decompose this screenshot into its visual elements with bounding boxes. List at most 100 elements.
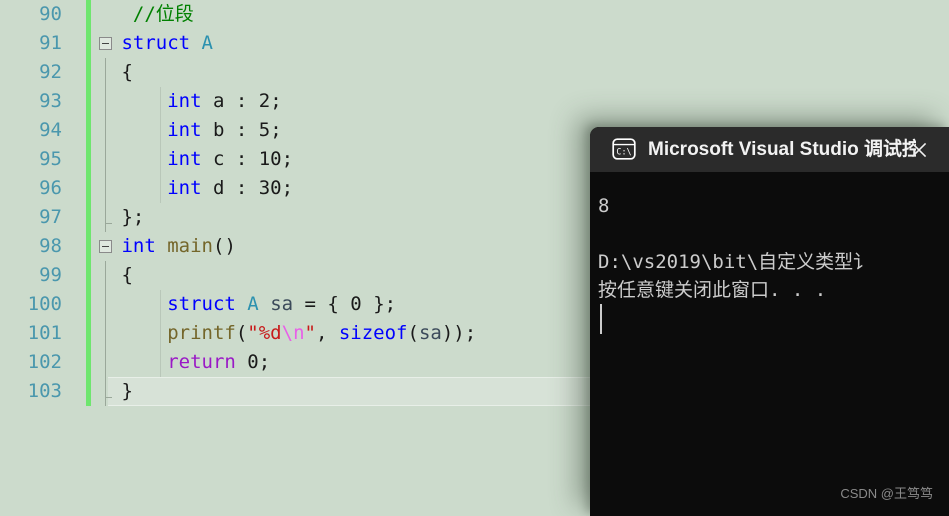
code-token-keyword: int <box>167 177 202 199</box>
code-token-type: A <box>247 293 259 315</box>
code-token-comment: //位段 <box>132 3 194 25</box>
code-token-num: 10 <box>258 148 282 170</box>
change-tracking-bar <box>86 203 91 232</box>
code-line-text: struct A sa = { 0 }; <box>110 290 396 319</box>
command-prompt-icon: C:\ <box>612 138 636 160</box>
code-token-plain: c : <box>201 148 259 170</box>
code-token-num: 2 <box>258 90 271 112</box>
csdn-watermark: CSDN @王笃笃 <box>840 486 933 501</box>
outlining-rail <box>105 116 106 145</box>
code-token-plain: a : <box>201 90 259 112</box>
code-token-plain: )); <box>441 322 477 344</box>
code-token-string: " <box>304 322 316 344</box>
console-text-cursor <box>600 304 602 334</box>
code-token-plain: = { <box>293 293 351 315</box>
line-number: 99 <box>39 264 62 286</box>
change-tracking-bar <box>86 290 91 319</box>
console-output-line: 8 <box>598 195 610 217</box>
code-line-text: return 0; <box>110 348 270 377</box>
code-token-num: 0 <box>350 293 362 315</box>
code-token-plain: d : <box>201 177 259 199</box>
code-line[interactable]: 90 //位段 <box>0 0 949 29</box>
code-token-plain: ; <box>281 148 294 170</box>
code-token-plain: ; <box>281 177 294 199</box>
outlining-rail <box>105 87 106 116</box>
change-tracking-bar <box>86 348 91 377</box>
code-line[interactable]: 91 struct A <box>0 29 949 58</box>
code-line-text: int b : 5; <box>110 116 282 145</box>
line-number: 94 <box>39 119 62 141</box>
change-tracking-bar <box>86 261 91 290</box>
console-window-title: Microsoft Visual Studio 调试控 <box>648 139 916 160</box>
code-line[interactable]: 92 { <box>0 58 949 87</box>
outlining-rail <box>105 58 106 87</box>
code-token-ident: sa <box>418 322 442 344</box>
change-tracking-bar <box>86 145 91 174</box>
console-output-lines: 8 D:\vs2019\bit\自定义类型讠 按任意键关闭此窗口. . . <box>598 192 949 304</box>
code-token-keyword: int <box>167 148 202 170</box>
outlining-rail <box>105 290 106 319</box>
code-token-plain: ; <box>270 119 282 141</box>
change-tracking-bar <box>86 87 91 116</box>
outlining-rail <box>105 261 106 290</box>
line-number: 97 <box>39 206 62 228</box>
code-line[interactable]: 93 int a : 2; <box>0 87 949 116</box>
code-token-plain: ( <box>235 322 248 344</box>
outlining-rail <box>105 174 106 203</box>
outlining-rail <box>105 145 106 174</box>
code-line-text: printf("%d\n", sizeof(sa)); <box>110 319 476 348</box>
line-number: 100 <box>27 293 62 315</box>
code-token-plain: ; <box>270 90 282 112</box>
code-token-plain: } <box>110 380 133 402</box>
code-token-plain: , <box>315 322 339 344</box>
code-token-num: 5 <box>258 119 271 141</box>
code-token-keyword: int <box>167 119 202 141</box>
code-token-func: main <box>167 235 213 257</box>
code-token-keyword: int <box>121 235 156 257</box>
code-token-ident: sa <box>270 293 294 315</box>
line-number: 91 <box>39 32 62 54</box>
code-token-plain: () <box>213 235 236 257</box>
line-number: 103 <box>27 380 62 402</box>
debug-console-window[interactable]: C:\ Microsoft Visual Studio 调试控 8 D:\vs2… <box>590 127 949 516</box>
line-number: 101 <box>27 322 62 344</box>
code-line-text: }; <box>110 203 144 232</box>
svg-text:C:\: C:\ <box>616 147 631 157</box>
code-token-plain: }; <box>361 293 397 315</box>
outlining-rail <box>105 377 112 406</box>
close-icon[interactable] <box>897 127 941 172</box>
code-line-text: } <box>110 377 133 406</box>
change-tracking-bar <box>86 58 91 87</box>
change-tracking-bar <box>86 377 91 406</box>
line-number: 95 <box>39 148 62 170</box>
code-token-plain: b : <box>201 119 259 141</box>
outlining-rail <box>105 203 112 232</box>
code-token-type: A <box>201 32 213 54</box>
code-line-text: int c : 10; <box>110 145 293 174</box>
code-token-num: 0 <box>247 351 259 373</box>
console-output-line: D:\vs2019\bit\自定义类型讠 <box>598 251 873 273</box>
console-output-area[interactable]: 8 D:\vs2019\bit\自定义类型讠 按任意键关闭此窗口. . . CSD… <box>590 172 949 516</box>
change-tracking-bar <box>86 174 91 203</box>
screenshot-root: 90 //位段 91 struct A 92 {93 int a : 2; 94 in… <box>0 0 949 516</box>
console-titlebar[interactable]: C:\ Microsoft Visual Studio 调试控 <box>590 127 949 172</box>
code-line-text: { <box>110 58 132 87</box>
code-token-plain: ; <box>258 351 271 373</box>
code-line-text: //位段 <box>110 0 194 29</box>
code-token-func: printf <box>167 322 236 344</box>
outlining-rail <box>105 348 106 377</box>
code-token-keyword: struct <box>121 32 191 54</box>
line-number: 102 <box>27 351 62 373</box>
